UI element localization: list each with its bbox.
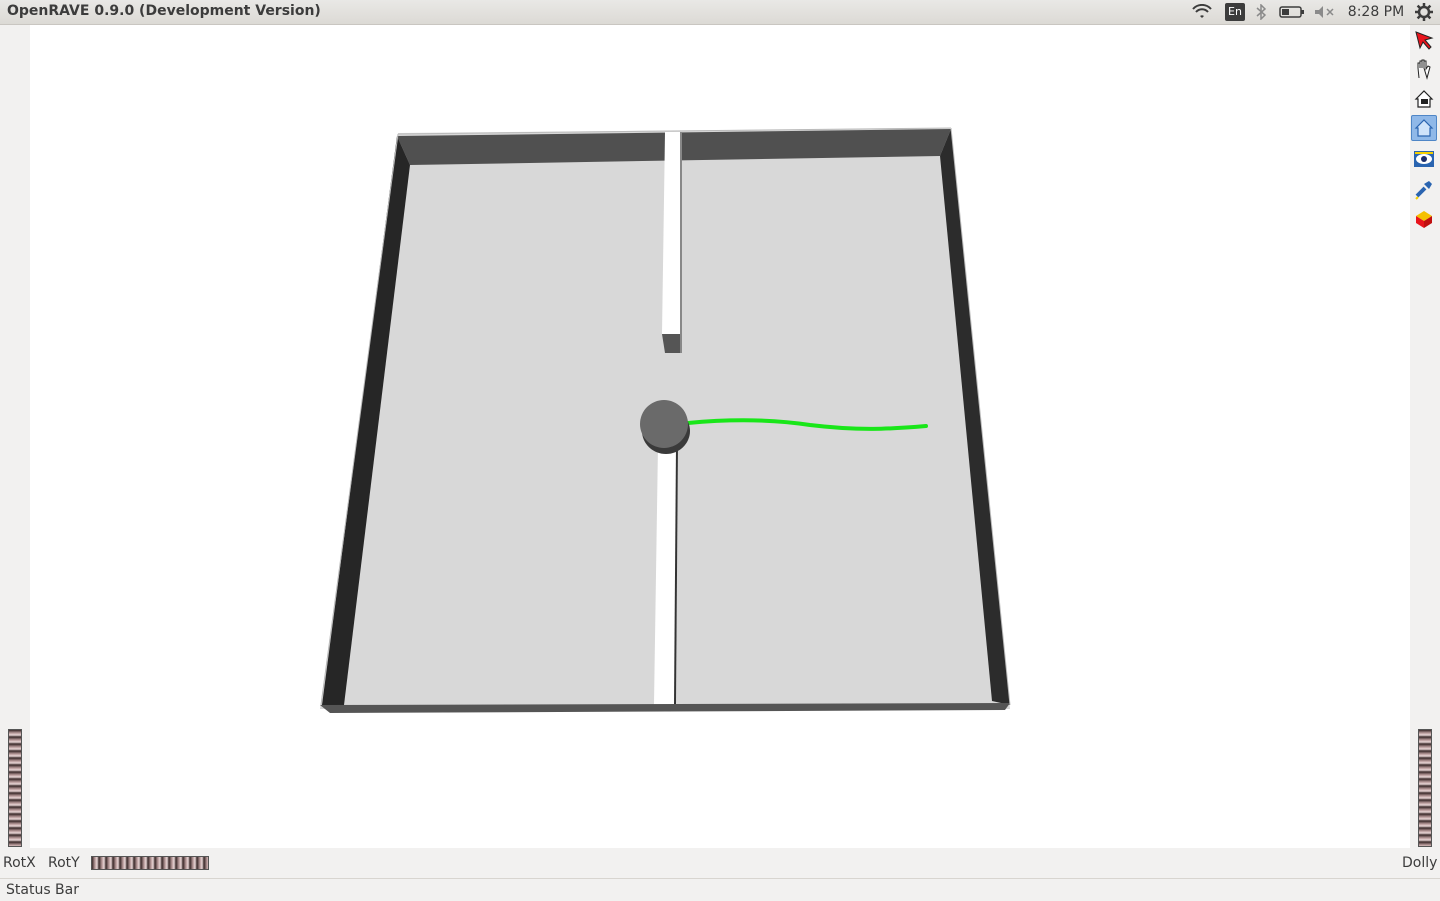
- status-text: Status Bar: [6, 882, 80, 898]
- language-indicator[interactable]: En: [1224, 2, 1246, 22]
- clock[interactable]: 8:28 PM: [1346, 2, 1406, 22]
- dolly-thumbwheel[interactable]: [1418, 729, 1432, 847]
- set-home-icon[interactable]: [1411, 115, 1437, 141]
- rotx-label: RotX: [3, 855, 36, 871]
- 3d-viewer[interactable]: [30, 25, 1410, 848]
- seek-flashlight-icon[interactable]: [1411, 176, 1437, 202]
- top-panel: OpenRAVE 0.9.0 (Development Version) En …: [0, 0, 1440, 25]
- wheel-bar: [0, 848, 1440, 878]
- home-icon[interactable]: [1411, 86, 1437, 112]
- status-bar: Status Bar: [0, 878, 1440, 901]
- select-arrow-icon[interactable]: [1411, 27, 1437, 53]
- language-label: En: [1225, 3, 1245, 21]
- window-title: OpenRAVE 0.9.0 (Development Version): [7, 3, 321, 19]
- bluetooth-icon[interactable]: [1252, 2, 1270, 22]
- view-all-eye-icon[interactable]: [1411, 146, 1437, 172]
- upper-divider-wall: [662, 132, 682, 353]
- battery-icon[interactable]: [1278, 2, 1306, 22]
- perspective-cube-icon[interactable]: [1411, 206, 1437, 232]
- roty-thumbwheel[interactable]: [91, 856, 209, 870]
- clock-label: 8:28 PM: [1347, 4, 1405, 20]
- gear-icon[interactable]: [1412, 2, 1436, 22]
- pan-hand-icon[interactable]: [1411, 56, 1437, 82]
- rotx-thumbwheel[interactable]: [8, 729, 22, 847]
- volume-muted-icon[interactable]: [1312, 2, 1336, 22]
- roty-label: RotY: [48, 855, 80, 871]
- dolly-label: Dolly: [1402, 855, 1438, 871]
- left-rail: [0, 25, 30, 848]
- lower-divider-wall: [654, 444, 678, 705]
- wifi-icon[interactable]: [1190, 2, 1214, 22]
